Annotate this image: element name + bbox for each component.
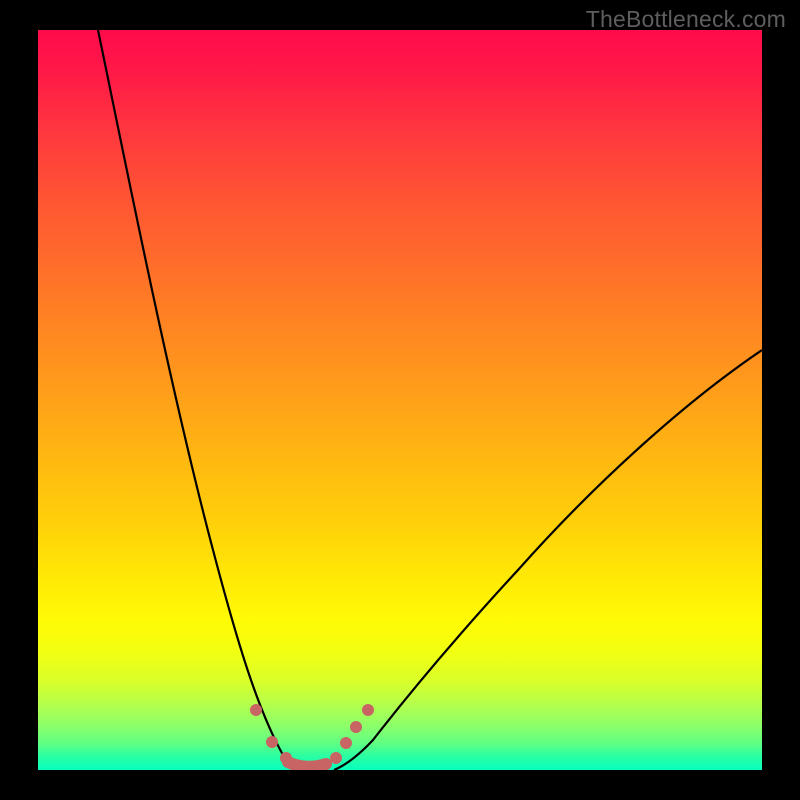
plot-area [38,30,762,770]
marker-dot [266,736,278,748]
watermark-text: TheBottleneck.com [586,6,786,33]
marker-dot [330,752,342,764]
bottom-thick-segment [288,762,326,767]
chart-svg [38,30,762,770]
marker-dot [350,721,362,733]
marker-dot [280,752,292,764]
chart-frame: TheBottleneck.com [0,0,800,800]
marker-dot [362,704,374,716]
marker-dot [340,737,352,749]
curve-right [334,350,762,770]
marker-group [250,704,374,764]
curve-left [98,30,306,770]
marker-dot [250,704,262,716]
